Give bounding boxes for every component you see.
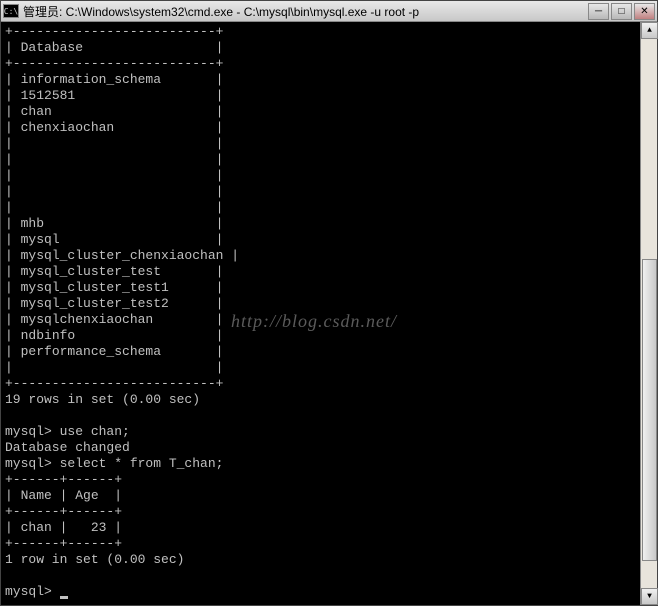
maximize-button[interactable]: □ bbox=[611, 3, 632, 20]
db-row-empty: | | bbox=[5, 360, 223, 375]
db-row: | 1512581 | bbox=[5, 88, 223, 103]
table-border: +------+------+ bbox=[5, 536, 122, 551]
table-row: | chan | 23 | bbox=[5, 520, 122, 535]
result-summary: 19 rows in set (0.00 sec) bbox=[5, 392, 200, 407]
scrollbar-thumb[interactable] bbox=[642, 259, 657, 561]
mysql-prompt: mysql> bbox=[5, 584, 60, 599]
db-row: | ndbinfo | bbox=[5, 328, 223, 343]
vertical-scrollbar[interactable]: ▲ ▼ bbox=[640, 22, 657, 605]
db-row: | mysql_cluster_chenxiaochan | bbox=[5, 248, 239, 263]
window-controls: ─ □ ✕ bbox=[588, 3, 655, 20]
close-button[interactable]: ✕ bbox=[634, 3, 655, 20]
db-row: | mhb | bbox=[5, 216, 223, 231]
db-row: | performance_schema | bbox=[5, 344, 223, 359]
window-title: 管理员: C:\Windows\system32\cmd.exe - C:\my… bbox=[23, 3, 588, 20]
db-row: | chan | bbox=[5, 104, 223, 119]
table-border: +--------------------------+ bbox=[5, 56, 223, 71]
titlebar[interactable]: C:\ 管理员: C:\Windows\system32\cmd.exe - C… bbox=[1, 1, 657, 22]
table-header: | Name | Age | bbox=[5, 488, 122, 503]
mysql-prompt: mysql> bbox=[5, 456, 60, 471]
db-row: | mysql | bbox=[5, 232, 223, 247]
cmd-window: C:\ 管理员: C:\Windows\system32\cmd.exe - C… bbox=[0, 0, 658, 606]
db-row: | chenxiaochan | bbox=[5, 120, 223, 135]
db-row: | mysqlchenxiaochan | bbox=[5, 312, 223, 327]
db-row-empty: | | bbox=[5, 168, 223, 183]
table-border: +--------------------------+ bbox=[5, 376, 223, 391]
result-summary: 1 row in set (0.00 sec) bbox=[5, 552, 184, 567]
mysql-prompt: mysql> bbox=[5, 424, 60, 439]
scrollbar-track[interactable] bbox=[641, 39, 657, 588]
sql-command: select * from T_chan; bbox=[60, 456, 224, 471]
scroll-down-button[interactable]: ▼ bbox=[641, 588, 658, 605]
db-row: | mysql_cluster_test1 | bbox=[5, 280, 223, 295]
sql-command: use chan; bbox=[60, 424, 130, 439]
table-border: +------+------+ bbox=[5, 472, 122, 487]
table-border: +--------------------------+ bbox=[5, 24, 223, 39]
db-row: | mysql_cluster_test | bbox=[5, 264, 223, 279]
db-row-empty: | | bbox=[5, 136, 223, 151]
db-row-empty: | | bbox=[5, 184, 223, 199]
db-row-empty: | | bbox=[5, 200, 223, 215]
db-row: | mysql_cluster_test2 | bbox=[5, 296, 223, 311]
cursor bbox=[60, 596, 68, 599]
scroll-up-button[interactable]: ▲ bbox=[641, 22, 658, 39]
cmd-icon: C:\ bbox=[3, 4, 19, 18]
terminal-output[interactable]: +--------------------------+ | Database … bbox=[1, 22, 657, 605]
minimize-button[interactable]: ─ bbox=[588, 3, 609, 20]
db-row-empty: | | bbox=[5, 152, 223, 167]
table-border: +------+------+ bbox=[5, 504, 122, 519]
status-text: Database changed bbox=[5, 440, 130, 455]
table-header: | Database | bbox=[5, 40, 223, 55]
db-row: | information_schema | bbox=[5, 72, 223, 87]
